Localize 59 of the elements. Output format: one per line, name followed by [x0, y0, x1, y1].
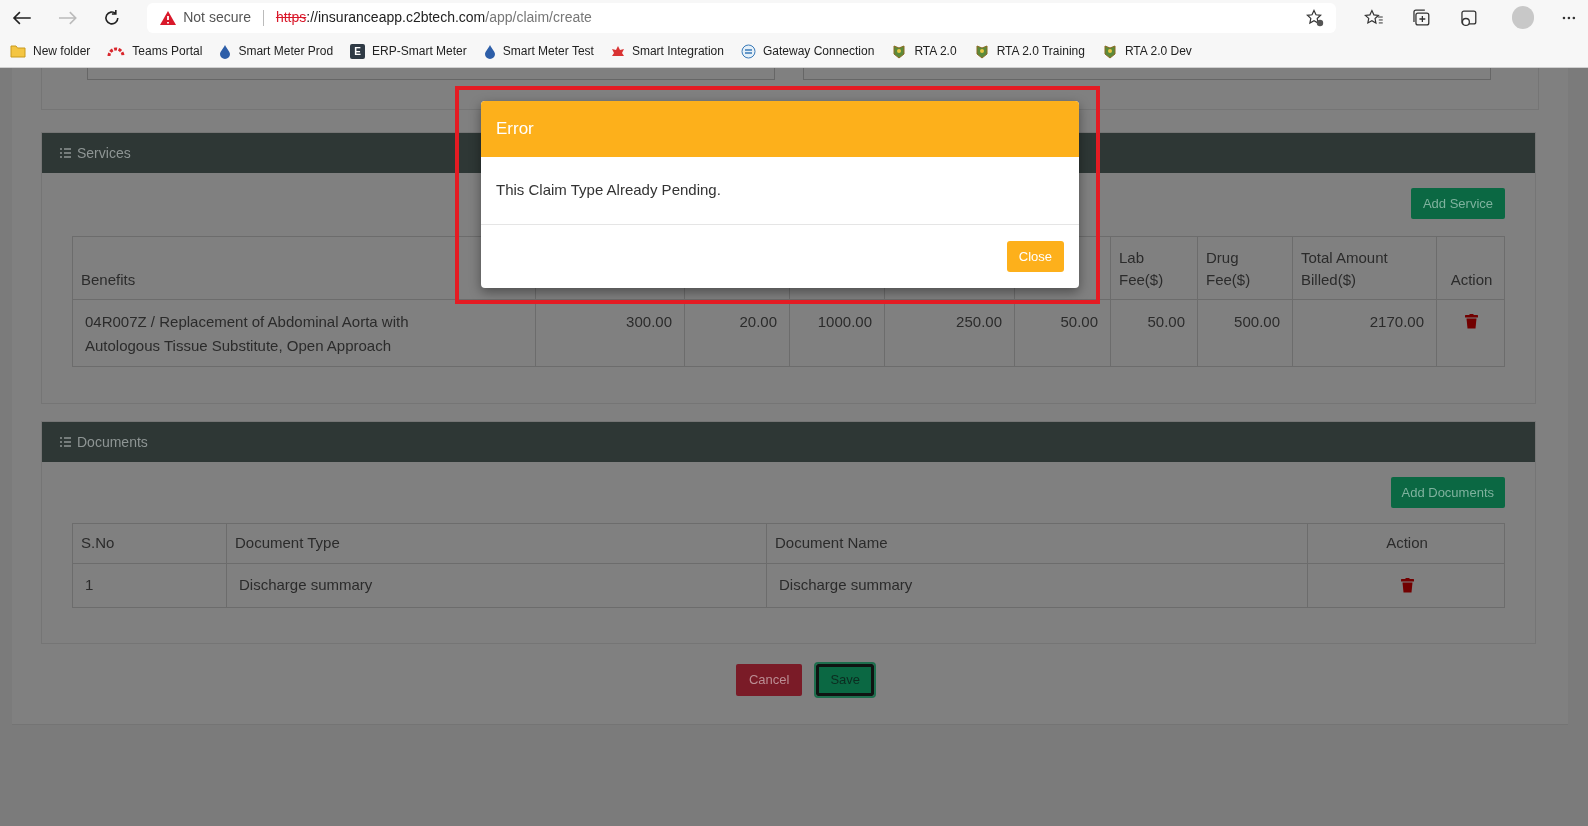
- warning-icon: [159, 9, 178, 26]
- list-icon: [60, 148, 71, 158]
- add-favorite-icon[interactable]: [1306, 8, 1325, 27]
- bookmark-item[interactable]: E ERP-Smart Meter: [350, 42, 467, 61]
- flower-icon: [610, 45, 625, 58]
- column-header: Document Type: [235, 533, 340, 554]
- column-header: Drug Fee($): [1206, 248, 1252, 290]
- bookmark-item[interactable]: RTA 2.0 Dev: [1101, 42, 1192, 61]
- more-icon[interactable]: [1562, 15, 1576, 20]
- table-cell: 04R007Z / Replacement of Abdominal Aorta with Autologous Tissue Substitute, Open Approach: [85, 313, 409, 354]
- table-cell: 20.00: [739, 313, 777, 330]
- favorites-icon[interactable]: [1364, 8, 1384, 27]
- address-bar[interactable]: Not secure https://insuranceapp.c2btech.com/app/claim/create: [147, 2, 1337, 33]
- table-cell-text: Discharge summary: [779, 575, 913, 596]
- url-text: https://insuranceapp.c2btech.com/app/claim/create: [275, 8, 592, 28]
- letter-icon: E: [350, 43, 366, 59]
- drop-icon: [219, 43, 232, 59]
- crest-icon: [1101, 43, 1118, 59]
- card-title: Services: [77, 143, 131, 163]
- column-header: Total Amount Billed($): [1301, 248, 1389, 290]
- table-cell: 50.00: [1147, 313, 1185, 330]
- column-header: Action: [1450, 270, 1493, 290]
- table-cell-text: 1: [85, 575, 94, 596]
- drop-icon: [483, 43, 496, 59]
- table-cell: 300.00: [626, 313, 672, 330]
- column-header: Document Name: [775, 533, 888, 554]
- bookmark-item[interactable]: Smart Integration: [610, 42, 724, 61]
- table-cell: 500.00: [1234, 313, 1280, 330]
- bookmark-item[interactable]: New folder: [10, 42, 91, 61]
- bookmark-item[interactable]: Smart Meter Prod: [219, 42, 334, 61]
- table-cell: 2170.00: [1369, 313, 1424, 330]
- column-header: Action: [1386, 533, 1428, 554]
- table-cell: 1000.00: [817, 313, 872, 330]
- table-cell: 250.00: [956, 313, 1002, 330]
- security-label: Not secure: [183, 8, 251, 28]
- gauge-icon: [107, 45, 126, 58]
- bookmark-item[interactable]: Teams Portal: [107, 42, 203, 61]
- dialog-title: Error: [496, 118, 534, 141]
- card-title: Documents: [77, 432, 148, 452]
- cancel-button[interactable]: Cancel: [735, 664, 803, 696]
- bookmark-item[interactable]: Smart Meter Test: [483, 42, 594, 61]
- browser-essentials-icon[interactable]: [1458, 8, 1478, 27]
- crest-icon: [891, 43, 908, 59]
- folder-icon: [10, 44, 26, 59]
- trash-icon[interactable]: [1400, 578, 1414, 593]
- bookmark-item[interactable]: RTA 2.0 Training: [973, 42, 1085, 61]
- collections-icon[interactable]: [1412, 8, 1431, 27]
- list-icon: [60, 437, 71, 447]
- table-cell-text: Discharge summary: [239, 575, 373, 596]
- bookmark-item[interactable]: Gateway Connection: [740, 42, 875, 61]
- column-header: Lab Fee($): [1119, 248, 1165, 290]
- crest-icon: [973, 43, 990, 59]
- table-cell: 50.00: [1060, 313, 1098, 330]
- back-icon[interactable]: [12, 9, 32, 26]
- column-header: Benefits: [81, 270, 136, 290]
- column-header: S.No: [81, 533, 115, 554]
- bookmark-item[interactable]: RTA 2.0: [891, 42, 957, 61]
- dialog-message: This Claim Type Already Pending.: [496, 180, 721, 201]
- trash-icon[interactable]: [1465, 314, 1478, 329]
